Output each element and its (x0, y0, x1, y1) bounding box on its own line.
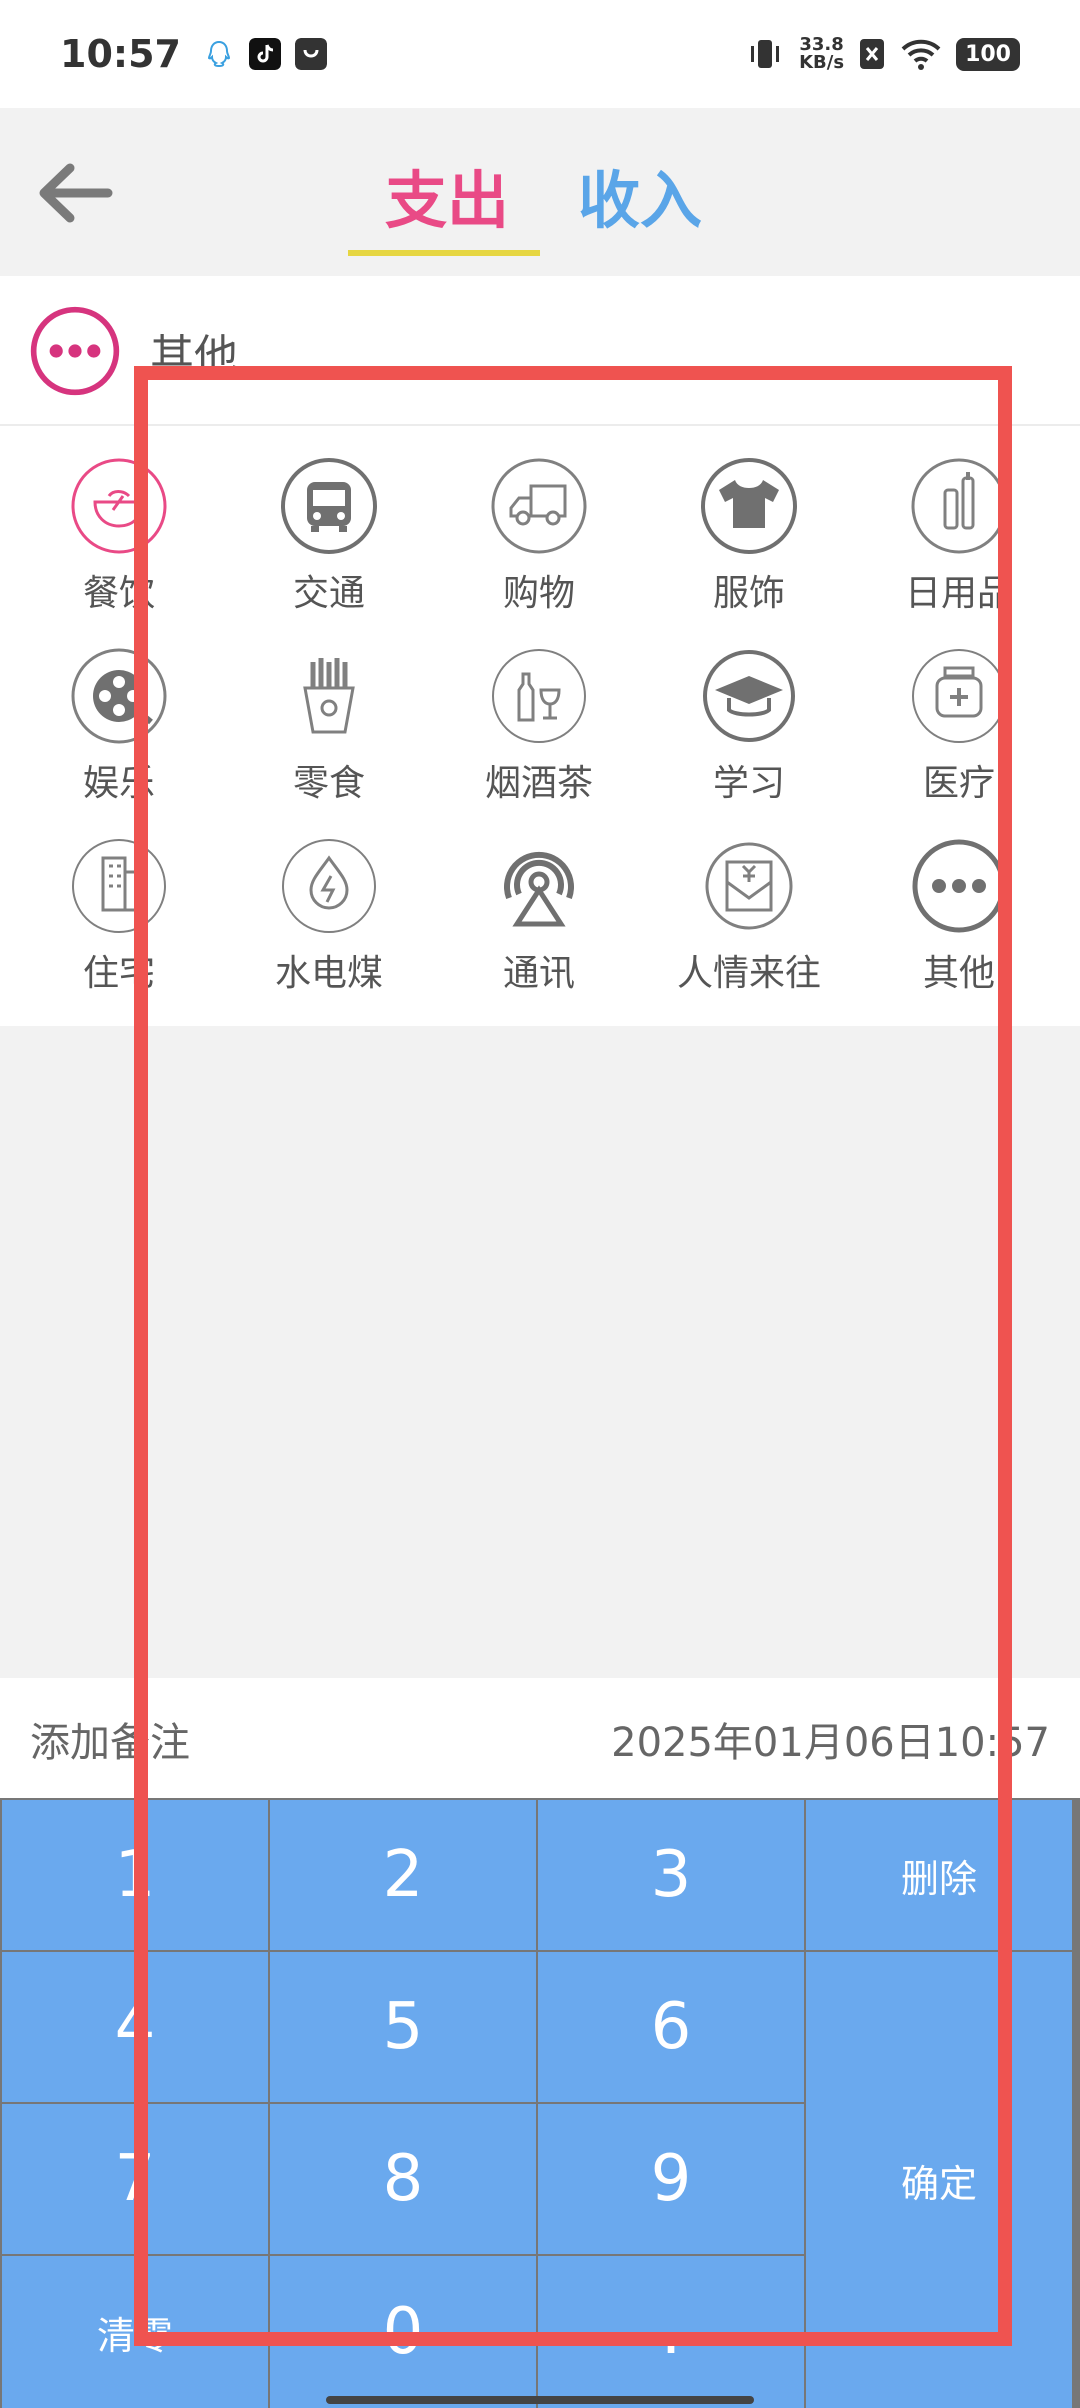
delete-button[interactable]: 删除 (806, 1800, 1072, 1950)
category-transport[interactable]: 交通 (234, 426, 424, 614)
graduation-cap-icon (703, 650, 795, 742)
note-date-row: 添加备注 2025年01月06日10:57 (0, 1678, 1080, 1798)
more-icon (912, 839, 1006, 933)
category-label: 其他 (922, 953, 995, 994)
confirm-button[interactable]: 确定 (806, 1952, 1072, 2408)
battery-indicator: 100 (956, 37, 1020, 71)
key-5[interactable]: 5 (270, 1952, 536, 2102)
key-8[interactable]: 8 (270, 2104, 536, 2254)
vibrate-icon (751, 40, 780, 68)
category-label: 住宅 (82, 953, 155, 994)
tab-income[interactable]: 收入 (578, 150, 702, 240)
category-label: 零食 (292, 763, 365, 804)
building-icon (72, 839, 166, 933)
add-note-button[interactable]: 添加备注 (30, 1710, 190, 1768)
key-2[interactable]: 2 (270, 1800, 536, 1950)
key-3[interactable]: 3 (538, 1800, 804, 1950)
wine-icon (492, 649, 586, 743)
status-bar: 10:57 33.8 KB/s 100 (0, 0, 1080, 108)
selected-category-row: 其他 (0, 276, 1080, 426)
category-housing[interactable]: 住宅 (24, 806, 214, 994)
active-tab-underline (348, 250, 540, 256)
key-dot[interactable]: . (538, 2256, 804, 2408)
net-speed: 33.8 KB/s (799, 36, 844, 72)
category-grid: 餐饮 交通 购物 服饰 日用品 娱乐 零食 烟酒茶 学习 医疗 住宅 水电煤 通… (0, 426, 1080, 1026)
wifi-icon (901, 39, 941, 70)
category-label: 交通 (292, 573, 365, 614)
category-medical[interactable]: 医疗 (864, 616, 1054, 804)
dining-icon (71, 458, 167, 554)
tiktok-icon (248, 38, 281, 70)
category-label: 学习 (712, 763, 785, 804)
category-tobacco-alcohol-tea[interactable]: 烟酒茶 (444, 616, 634, 804)
keypad: 1 2 3 删除 4 5 6 确定 7 8 9 清零 0 . (0, 1798, 1080, 2408)
key-0[interactable]: 0 (270, 2256, 536, 2408)
category-study[interactable]: 学习 (654, 616, 844, 804)
clear-button[interactable]: 清零 (2, 2256, 268, 2408)
category-daily-goods[interactable]: 日用品 (864, 426, 1054, 614)
category-snacks[interactable]: 零食 (234, 616, 424, 804)
key-9[interactable]: 9 (538, 2104, 804, 2254)
bus-icon (281, 458, 377, 554)
key-6[interactable]: 6 (538, 1952, 804, 2102)
header: 支出 收入 (0, 108, 1080, 276)
category-label: 水电煤 (274, 953, 383, 994)
qq-icon (207, 40, 230, 68)
net-speed-unit: KB/s (799, 52, 845, 73)
film-reel-icon (71, 648, 167, 744)
category-communication[interactable]: 通讯 (444, 806, 634, 994)
category-label: 娱乐 (82, 763, 155, 804)
category-label: 人情来往 (676, 953, 821, 994)
home-indicator[interactable] (326, 2396, 754, 2404)
date-picker[interactable]: 2025年01月06日10:57 (611, 1710, 1050, 1768)
category-clothing[interactable]: 服饰 (654, 426, 844, 614)
category-entertainment[interactable]: 娱乐 (24, 616, 214, 804)
status-right: 33.8 KB/s 100 (745, 34, 1020, 74)
red-envelope-icon (705, 842, 793, 930)
tshirt-icon (701, 458, 797, 554)
bag-app-icon (294, 38, 327, 70)
key-1[interactable]: 1 (2, 1800, 268, 1950)
category-other[interactable]: 其他 (864, 806, 1054, 994)
status-time: 10:57 (60, 32, 181, 76)
sim-disabled-icon (860, 39, 885, 69)
category-label: 服饰 (712, 573, 785, 614)
selected-category-label: 其他 (150, 331, 238, 382)
category-label: 医疗 (922, 763, 995, 804)
toiletries-icon (911, 458, 1007, 554)
category-label: 日用品 (904, 573, 1013, 614)
energy-icon (282, 839, 376, 933)
key-4[interactable]: 4 (2, 1952, 268, 2102)
category-label: 通讯 (502, 953, 575, 994)
antenna-icon (504, 851, 574, 927)
category-utilities[interactable]: 水电煤 (234, 806, 424, 994)
medicine-bottle-icon (912, 649, 1006, 743)
key-7[interactable]: 7 (2, 2104, 268, 2254)
more-icon (30, 306, 120, 396)
tab-expense[interactable]: 支出 (385, 150, 509, 240)
category-shopping[interactable]: 购物 (444, 426, 634, 614)
back-arrow-icon[interactable] (30, 148, 120, 238)
category-label: 购物 (502, 573, 575, 614)
category-label: 烟酒茶 (484, 763, 593, 804)
category-dining[interactable]: 餐饮 (24, 426, 214, 614)
category-social-gifts[interactable]: 人情来往 (654, 806, 844, 994)
delivery-truck-icon (491, 458, 587, 554)
category-label: 餐饮 (82, 573, 155, 614)
fries-icon (303, 658, 355, 734)
